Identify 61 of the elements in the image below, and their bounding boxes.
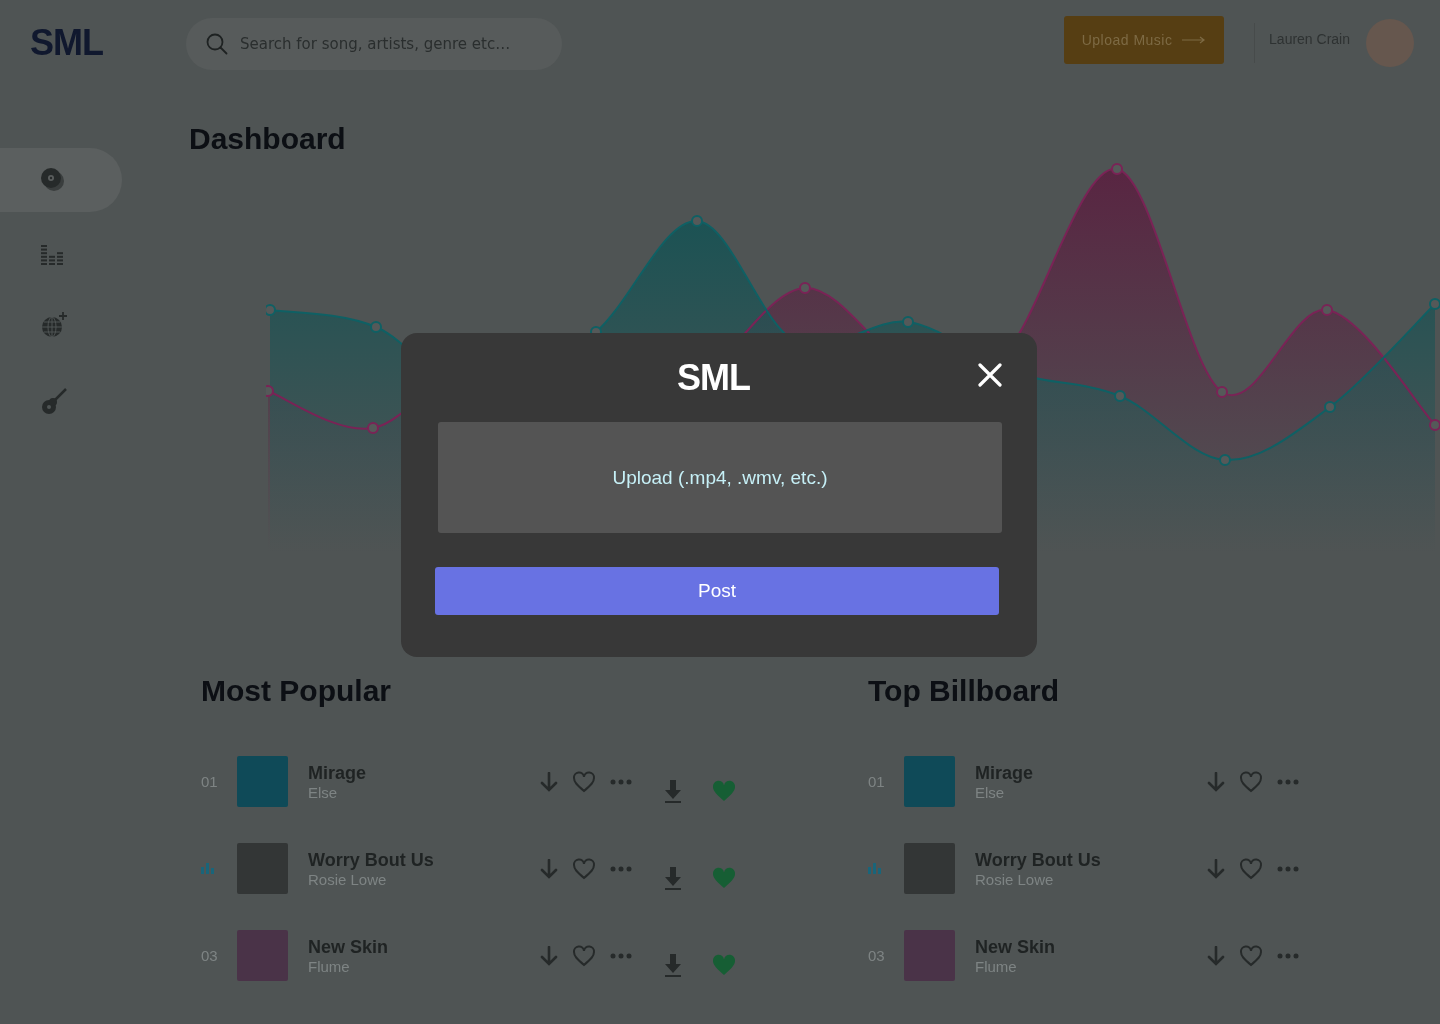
equalizer-icon xyxy=(868,863,882,874)
data-point xyxy=(1216,386,1228,398)
post-button[interactable]: Post xyxy=(435,567,999,615)
equalizer-icon xyxy=(40,245,64,267)
data-point xyxy=(266,385,274,397)
download-icon[interactable] xyxy=(664,952,682,977)
more-icon[interactable] xyxy=(1277,778,1299,785)
data-point xyxy=(1321,304,1333,316)
heart-icon[interactable] xyxy=(712,779,736,802)
album-cover-placeholder xyxy=(237,756,288,807)
section-title: Most Popular xyxy=(201,674,392,708)
data-point xyxy=(370,321,382,333)
data-point xyxy=(799,282,811,294)
data-point xyxy=(266,304,276,316)
album-cover-placeholder xyxy=(904,756,955,807)
arrow-right-icon xyxy=(1182,35,1207,44)
page-title: Dashboard xyxy=(189,122,347,156)
equalizer-icon xyxy=(201,863,215,874)
data-point xyxy=(691,215,703,227)
guitar-icon xyxy=(40,387,68,415)
download-icon[interactable] xyxy=(1207,771,1225,792)
heart-icon[interactable] xyxy=(572,944,596,967)
album-cover-placeholder xyxy=(237,930,288,981)
disco-ball-icon xyxy=(40,311,68,339)
section-title: Top Billboard xyxy=(868,674,1061,708)
data-point xyxy=(367,422,379,434)
logo: SML xyxy=(677,356,750,399)
download-icon[interactable] xyxy=(540,945,558,966)
heart-icon[interactable] xyxy=(712,866,736,889)
data-point xyxy=(1114,390,1126,402)
download-icon[interactable] xyxy=(540,858,558,879)
download-icon[interactable] xyxy=(540,771,558,792)
heart-icon[interactable] xyxy=(1239,857,1263,880)
album-cover-placeholder xyxy=(904,930,955,981)
upload-area[interactable]: Upload (.mp4, .wmv, etc.) xyxy=(438,422,1002,533)
disc-icon xyxy=(40,167,66,193)
download-icon[interactable] xyxy=(1207,945,1225,966)
album-cover-placeholder xyxy=(237,843,288,894)
more-icon[interactable] xyxy=(610,778,632,785)
more-icon[interactable] xyxy=(1277,952,1299,959)
data-point xyxy=(1324,401,1336,413)
heart-icon[interactable] xyxy=(572,857,596,880)
heart-icon[interactable] xyxy=(1239,944,1263,967)
data-point xyxy=(902,316,914,328)
download-icon[interactable] xyxy=(664,865,682,890)
download-icon[interactable] xyxy=(664,778,682,803)
heart-icon[interactable] xyxy=(712,953,736,976)
search-icon xyxy=(206,32,228,55)
close-icon[interactable] xyxy=(978,363,1002,387)
more-icon[interactable] xyxy=(610,952,632,959)
logo: SML xyxy=(30,21,104,64)
download-icon[interactable] xyxy=(1207,858,1225,879)
more-icon[interactable] xyxy=(1277,865,1299,872)
heart-icon[interactable] xyxy=(1239,770,1263,793)
data-point xyxy=(1219,454,1231,466)
upload-hint: Upload (.mp4, .wmv, etc.) xyxy=(612,466,828,489)
more-icon[interactable] xyxy=(610,865,632,872)
heart-icon[interactable] xyxy=(572,770,596,793)
album-cover-placeholder xyxy=(904,843,955,894)
data-point xyxy=(1111,163,1123,175)
sidebar-item[interactable] xyxy=(0,148,122,212)
